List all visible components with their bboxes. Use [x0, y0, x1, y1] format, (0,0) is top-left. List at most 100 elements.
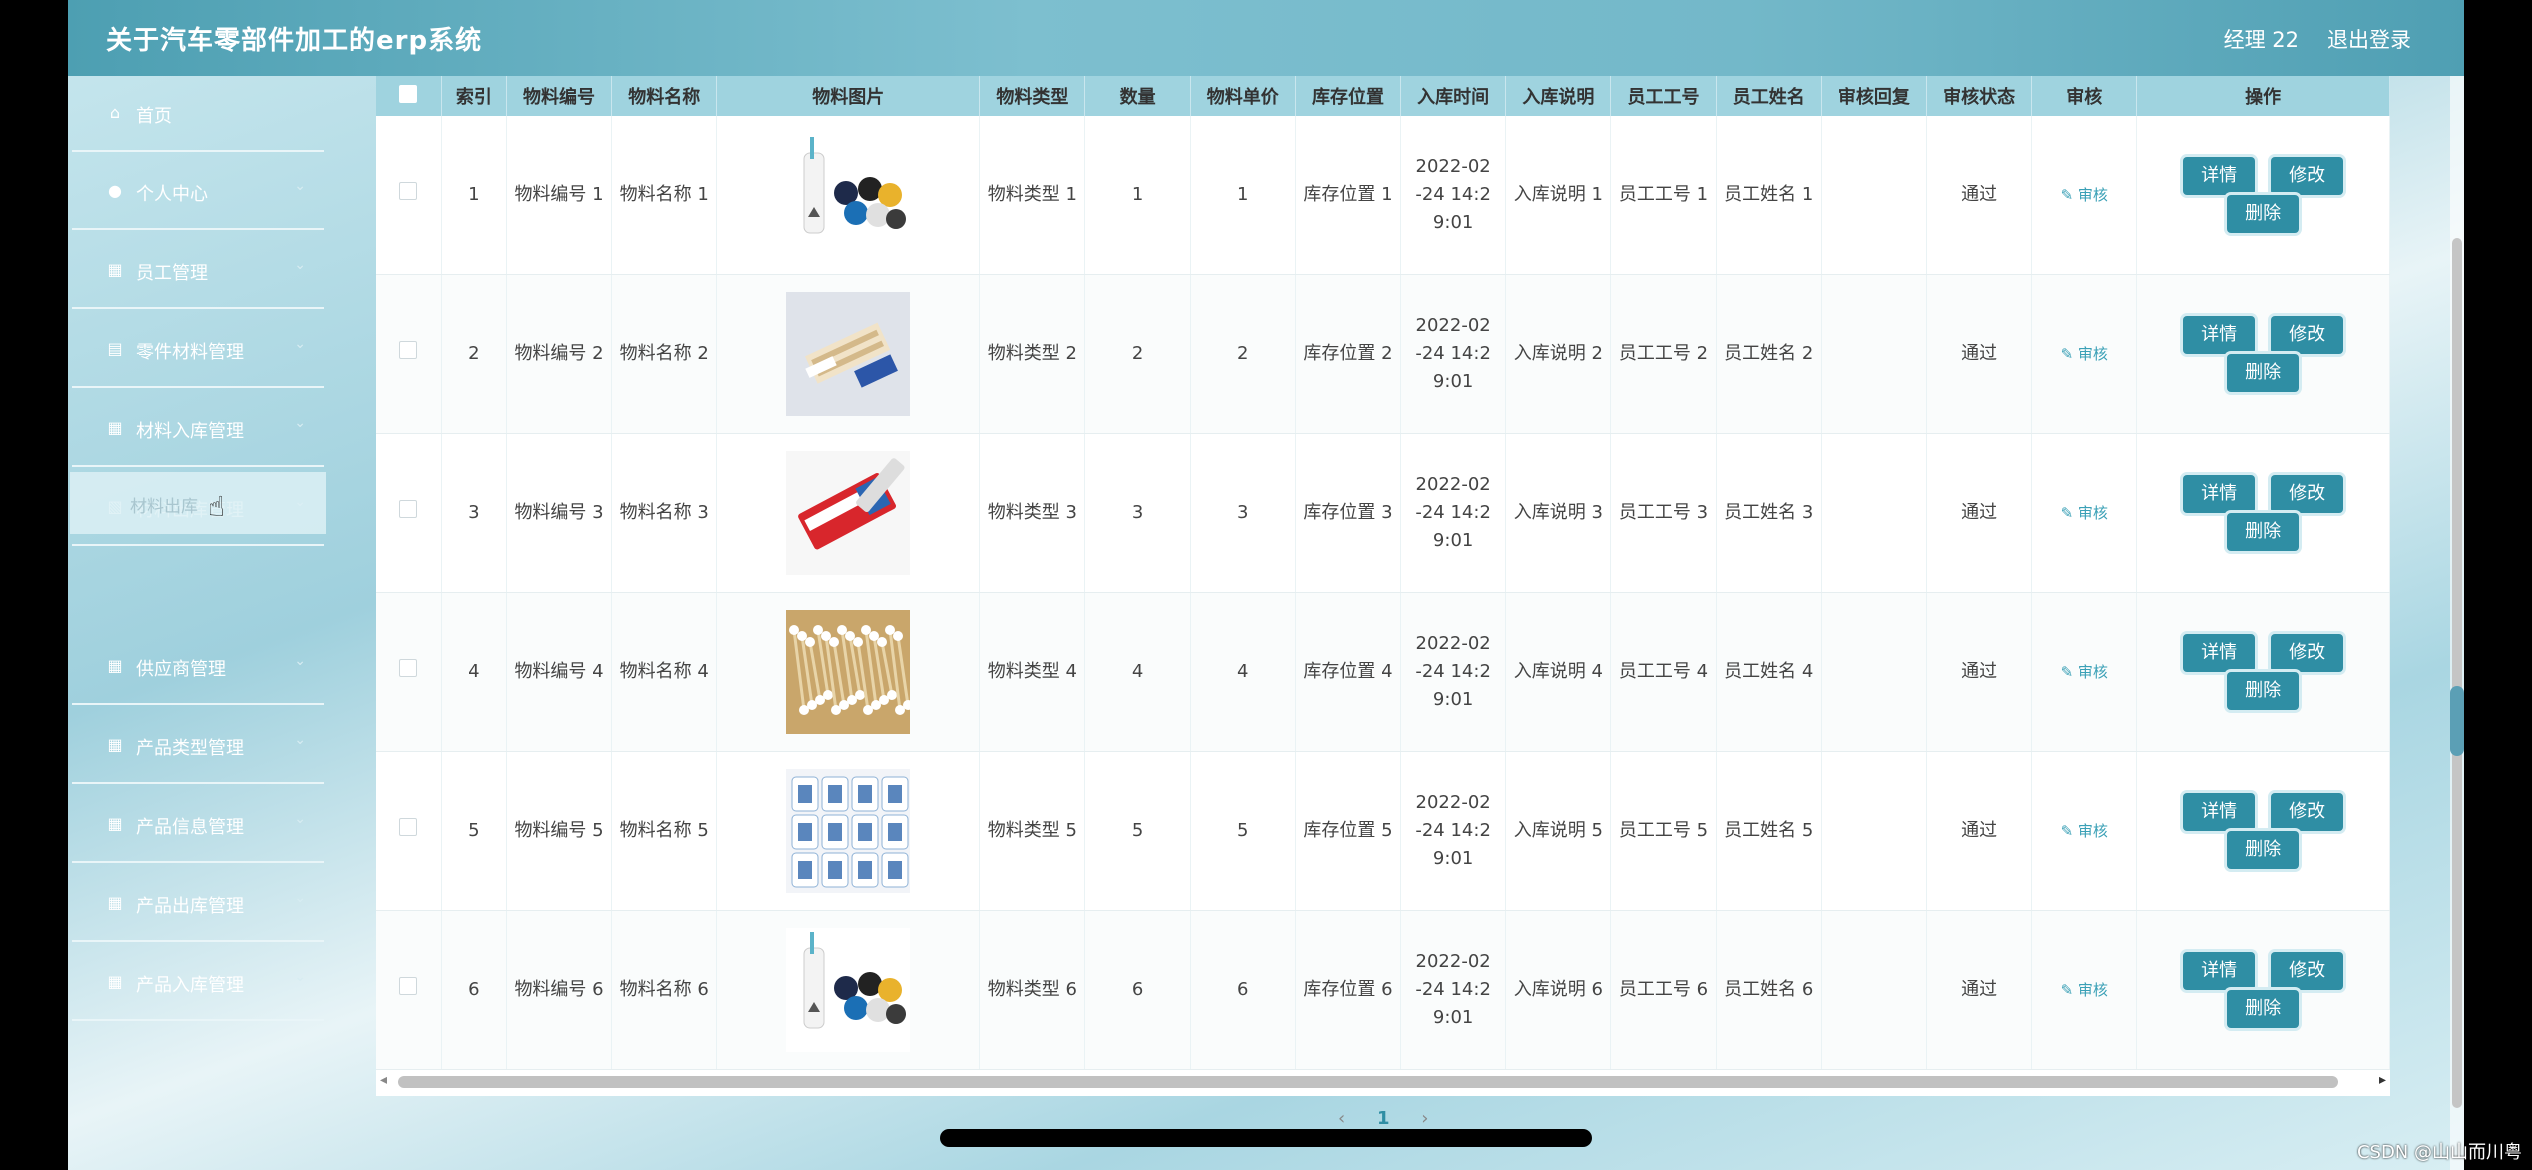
- sidebar-item-0[interactable]: ⌂ 首页: [72, 76, 324, 152]
- top-bar: 关于汽车零部件加工的erp系统 经理 22 退出登录: [68, 0, 2464, 76]
- edit-button[interactable]: 修改: [2271, 793, 2344, 831]
- row-select-cell[interactable]: [376, 433, 442, 593]
- sidebar-item-1[interactable]: ● 个人中心 ⌄: [72, 154, 324, 230]
- vertical-scrollbar[interactable]: [2450, 76, 2464, 1170]
- delete-button[interactable]: 删除: [2227, 354, 2300, 392]
- detail-button[interactable]: 详情: [2183, 793, 2256, 831]
- table-row[interactable]: 3 物料编号 3 物料名称 3 物料类型 3 3 3 库存位置 3 2022-02 -24 1…: [376, 433, 2390, 593]
- row-checkbox[interactable]: [399, 659, 418, 677]
- cell-note: 入库说明 3: [1505, 433, 1612, 593]
- detail-button[interactable]: 详情: [2183, 475, 2256, 513]
- delete-button[interactable]: 删除: [2227, 672, 2300, 710]
- column-header: 入库说明: [1505, 76, 1612, 116]
- user-icon: ●: [108, 181, 122, 200]
- row-checkbox[interactable]: [399, 977, 418, 995]
- sidebar-item-10[interactable]: ▦ 产品入库管理 ⌄: [72, 945, 324, 1021]
- detail-button[interactable]: 详情: [2183, 316, 2256, 354]
- audit-link[interactable]: ✎ 审核: [2061, 822, 2108, 840]
- delete-button[interactable]: 删除: [2227, 990, 2300, 1028]
- cell-qty: 3: [1084, 433, 1191, 593]
- sidebar-item-label: 供应商管理: [136, 659, 226, 680]
- row-checkbox[interactable]: [399, 818, 418, 836]
- cell-audit: ✎ 审核: [2031, 116, 2138, 275]
- prev-page-button[interactable]: ‹: [1338, 1108, 1345, 1129]
- scroll-left-icon[interactable]: ◂: [380, 1072, 387, 1088]
- scroll-thumb[interactable]: [398, 1076, 2338, 1088]
- submenu-item-material-out[interactable]: 材料出库: [70, 472, 326, 534]
- row-select-cell[interactable]: [376, 910, 442, 1070]
- audit-link[interactable]: ✎ 审核: [2061, 186, 2108, 204]
- vertical-scroll-thumb[interactable]: [2452, 238, 2462, 1108]
- scroll-knob[interactable]: [2450, 686, 2464, 756]
- toothpaste-thumbnail: [786, 451, 911, 575]
- sidebar-item-6[interactable]: ▦ 供应商管理 ⌄: [72, 629, 324, 705]
- audit-label: 审核: [2077, 822, 2108, 840]
- row-select-cell[interactable]: [376, 274, 442, 434]
- cell-status: 通过: [1926, 751, 2033, 911]
- sidebar-item-2[interactable]: ▦ 员工管理 ⌄: [72, 233, 324, 309]
- cell-qty: 6: [1084, 910, 1191, 1070]
- home-icon: ⌂: [109, 103, 121, 122]
- cell-reply: [1821, 592, 1927, 752]
- audit-link[interactable]: ✎ 审核: [2061, 504, 2108, 522]
- table-row[interactable]: 1 物料编号 1 物料名称 1 物料类型 1 1 1 库存位置 1 2022-02 -24 1…: [376, 116, 2390, 275]
- detail-button[interactable]: 详情: [2183, 634, 2256, 672]
- edit-button[interactable]: 修改: [2271, 316, 2344, 354]
- horizontal-scrollbar[interactable]: ◂ ▸: [376, 1072, 2390, 1092]
- row-checkbox[interactable]: [399, 182, 418, 200]
- toothbrush-pack-thumbnail: [786, 292, 911, 416]
- sidebar-item-label: 产品类型管理: [136, 738, 244, 759]
- column-header: 物料名称: [611, 76, 718, 116]
- delete-button[interactable]: 删除: [2227, 831, 2300, 869]
- row-checkbox[interactable]: [399, 341, 418, 359]
- select-all-checkbox[interactable]: [399, 84, 418, 103]
- row-select-cell[interactable]: [376, 116, 442, 275]
- cell-actions: 详情 修改删除: [2136, 910, 2390, 1070]
- cell-status: 通过: [1926, 592, 2033, 752]
- cotton-swabs-thumbnail: [786, 610, 911, 734]
- audit-link[interactable]: ✎ 审核: [2061, 663, 2108, 681]
- chevron-down-icon: ⌄: [294, 336, 306, 352]
- sidebar-item-9[interactable]: ▦ 产品出库管理 ⌄: [72, 866, 324, 942]
- sidebar-item-label: 产品入库管理: [136, 975, 244, 996]
- select-all-header[interactable]: [376, 76, 442, 116]
- scroll-right-icon[interactable]: ▸: [2379, 1072, 2386, 1088]
- delete-button[interactable]: 删除: [2227, 195, 2300, 233]
- audit-link[interactable]: ✎ 审核: [2061, 981, 2108, 999]
- row-select-cell[interactable]: [376, 592, 442, 752]
- table-row[interactable]: 5 物料编号 5 物料名称 5 物料类型 5 5 5 库存位置 5 2022-02 -24 1…: [376, 751, 2390, 911]
- cell-location: 库存位置 1: [1295, 116, 1402, 275]
- current-page[interactable]: 1: [1377, 1108, 1390, 1129]
- cell-reply: [1821, 910, 1927, 1070]
- cell-note: 入库说明 6: [1505, 910, 1612, 1070]
- cell-actions: 详情 修改删除: [2136, 433, 2390, 593]
- logout-link[interactable]: 退出登录: [2327, 24, 2411, 54]
- edit-button[interactable]: 修改: [2271, 634, 2344, 672]
- delete-button[interactable]: 删除: [2227, 513, 2300, 551]
- audit-link[interactable]: ✎ 审核: [2061, 345, 2108, 363]
- column-header: 索引: [441, 76, 507, 116]
- detail-button[interactable]: 详情: [2183, 157, 2256, 195]
- column-header: 物料图片: [716, 76, 981, 116]
- row-select-cell[interactable]: [376, 751, 442, 911]
- row-checkbox[interactable]: [399, 500, 418, 518]
- edit-button[interactable]: 修改: [2271, 952, 2344, 990]
- sidebar-item-3[interactable]: ▤ 零件材料管理 ⌄: [72, 312, 324, 388]
- cell-emp-no: 员工工号 6: [1610, 910, 1717, 1070]
- sidebar-item-label: 零件材料管理: [136, 342, 244, 363]
- sidebar-item-4[interactable]: ▦ 材料入库管理 ⌄: [72, 391, 324, 467]
- cell-qty: 4: [1084, 592, 1191, 752]
- edit-button[interactable]: 修改: [2271, 157, 2344, 195]
- edit-button[interactable]: 修改: [2271, 475, 2344, 513]
- next-page-button[interactable]: ›: [1421, 1108, 1428, 1129]
- sidebar-item-label: 员工管理: [136, 263, 208, 284]
- table-row[interactable]: 4 物料编号 4 物料名称 4 物料类型 4 4 4 库存位置 4 2022-02 -24 1…: [376, 592, 2390, 752]
- detail-button[interactable]: 详情: [2183, 952, 2256, 990]
- cell-status: 通过: [1926, 116, 2033, 275]
- sidebar-item-8[interactable]: ▦ 产品信息管理 ⌄: [72, 787, 324, 863]
- sidebar-item-7[interactable]: ▦ 产品类型管理 ⌄: [72, 708, 324, 784]
- cell-status: 通过: [1926, 274, 2033, 434]
- table-row[interactable]: 2 物料编号 2 物料名称 2 物料类型 2 2 2 库存位置 2 2022-02 -24 1…: [376, 274, 2390, 434]
- table-row[interactable]: 6 物料编号 6 物料名称 6 物料类型 6 6 6 库存位置 6 2022-02 -24 1…: [376, 910, 2390, 1070]
- cell-location: 库存位置 3: [1295, 433, 1402, 593]
